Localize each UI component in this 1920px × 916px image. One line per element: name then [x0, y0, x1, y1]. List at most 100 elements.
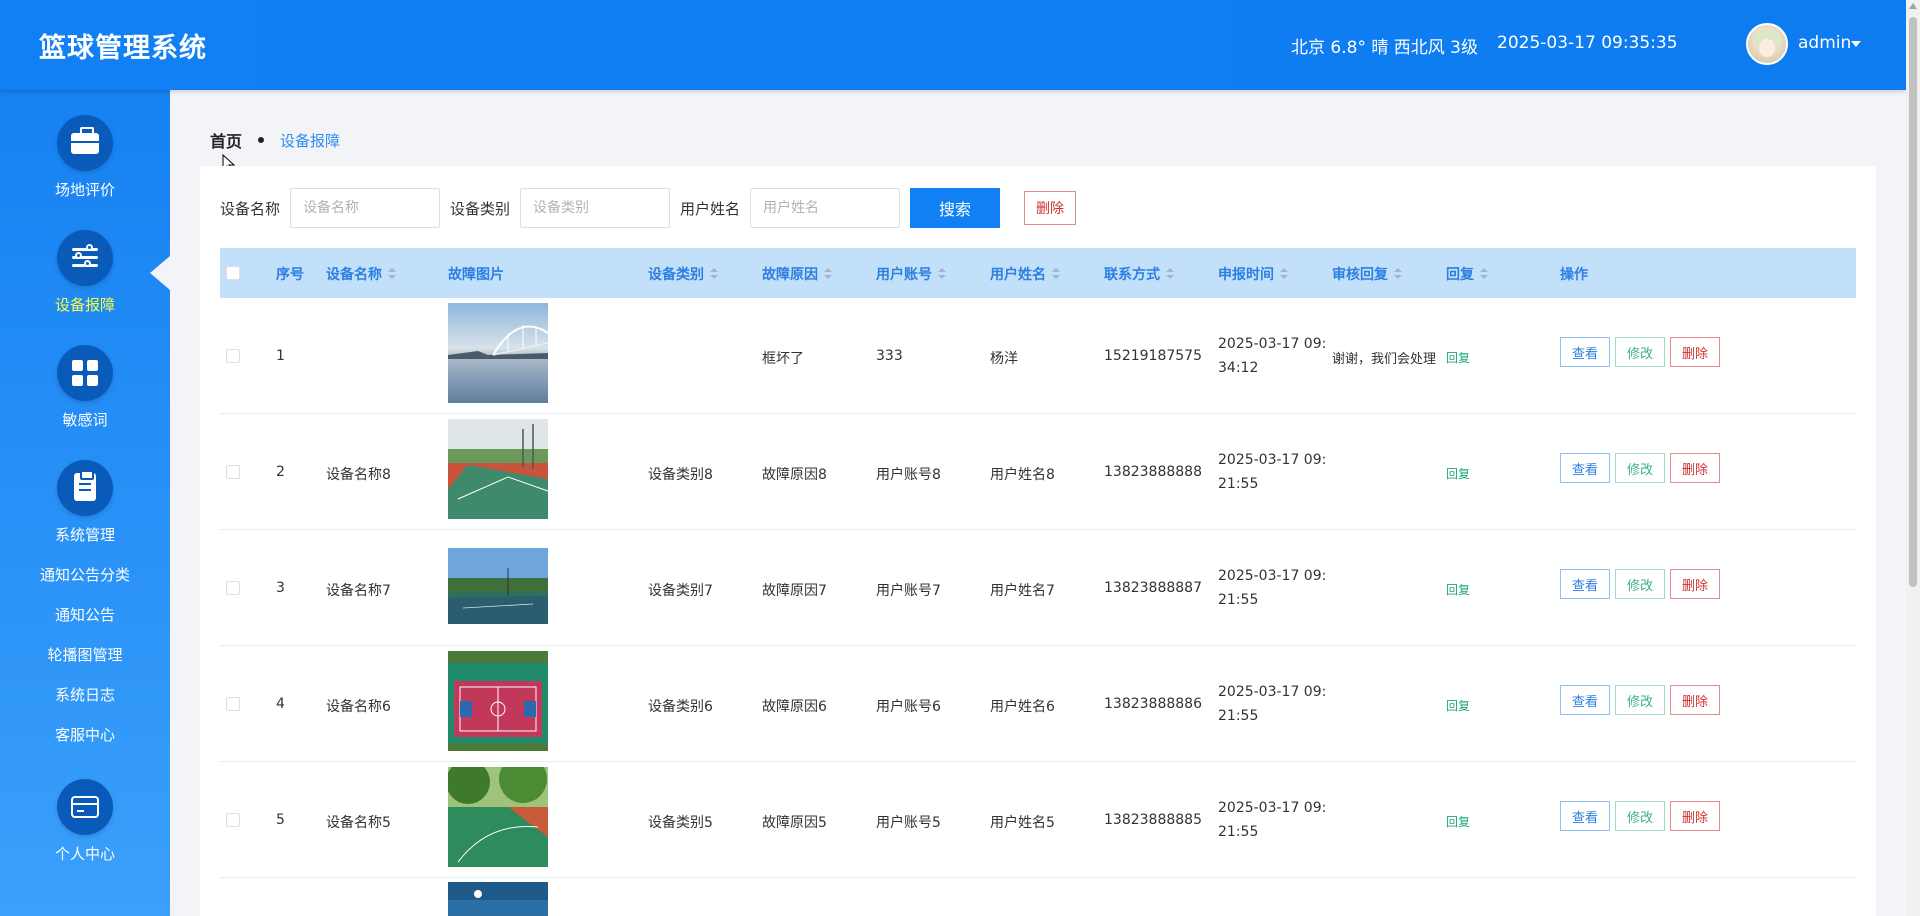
sidebar: 场地评价 设备报障 敏感词 系统管理 通知公告分类 通知公告 轮播图管理 系统日… — [0, 90, 170, 916]
col-reply[interactable]: 回复 — [1446, 264, 1488, 284]
fault-table: 序号 设备名称 故障图片 设备类别 故障原因 用户账号 用户姓名 联系方式 申报… — [220, 248, 1856, 916]
view-button[interactable]: 查看 — [1560, 569, 1610, 599]
scroll-up-arrow[interactable] — [1909, 3, 1917, 9]
col-fault-reason[interactable]: 故障原因 — [762, 264, 832, 284]
sidebar-item-label: 系统管理 — [54, 526, 115, 544]
cell-user-name: 杨洋 — [990, 351, 1018, 367]
delete-button[interactable]: 删除 — [1670, 337, 1720, 367]
delete-button[interactable]: 删除 — [1670, 569, 1720, 599]
cell-user-account: 333 — [876, 348, 903, 364]
delete-button[interactable]: 删除 — [1670, 453, 1720, 483]
sidebar-subitem-carousel[interactable]: 轮播图管理 — [0, 644, 170, 665]
view-button[interactable]: 查看 — [1560, 337, 1610, 367]
wallet-icon — [57, 779, 113, 835]
username-dropdown[interactable]: admin — [1798, 33, 1851, 53]
reply-link[interactable]: 回复 — [1446, 349, 1470, 366]
edit-button[interactable]: 修改 — [1615, 685, 1665, 715]
grid-icon — [57, 345, 113, 401]
sidebar-item-sensitive-words[interactable]: 敏感词 — [0, 345, 170, 430]
cell-device-name: 设备名称5 — [326, 815, 391, 831]
edit-button[interactable]: 修改 — [1615, 453, 1665, 483]
batch-delete-button[interactable]: 删除 — [1024, 191, 1077, 225]
row-checkbox[interactable] — [226, 813, 240, 827]
cell-fault-reason: 框坏了 — [762, 351, 804, 367]
sidebar-subitem-notice-category[interactable]: 通知公告分类 — [0, 564, 170, 585]
fault-image-thumbnail[interactable] — [448, 548, 548, 624]
cell-fault-reason: 故障原因6 — [762, 699, 827, 715]
device-name-label: 设备名称 — [220, 199, 281, 218]
cell-device-type: 设备类别7 — [648, 583, 713, 599]
fault-image-thumbnail[interactable] — [448, 651, 548, 751]
col-device-name[interactable]: 设备名称 — [326, 264, 396, 284]
sidebar-item-label: 敏感词 — [62, 411, 108, 429]
cell-contact: 15219187575 — [1104, 348, 1202, 364]
view-button[interactable]: 查看 — [1560, 685, 1610, 715]
clipboard-icon — [57, 460, 113, 516]
edit-button[interactable]: 修改 — [1615, 337, 1665, 367]
breadcrumb-separator — [258, 137, 265, 143]
cell-user-name: 用户姓名7 — [990, 583, 1055, 599]
sidebar-subitem-system-log[interactable]: 系统日志 — [0, 684, 170, 705]
sidebar-item-label: 个人中心 — [54, 845, 115, 863]
cell-user-account: 用户账号8 — [876, 467, 941, 483]
fault-image-thumbnail[interactable] — [448, 882, 548, 916]
row-checkbox[interactable] — [226, 349, 240, 363]
col-user-name[interactable]: 用户姓名 — [990, 264, 1060, 284]
chevron-down-icon[interactable] — [1851, 41, 1861, 47]
reply-link[interactable]: 回复 — [1446, 465, 1470, 482]
fault-image-thumbnail[interactable] — [448, 419, 548, 519]
sort-icon — [1280, 268, 1288, 280]
breadcrumb: 首页 设备报障 — [210, 128, 340, 152]
content-panel: 设备名称 设备类别 用户姓名 搜索 删除 序号 设备名称 故障图片 设备类别 故… — [200, 166, 1876, 916]
delete-button[interactable]: 删除 — [1670, 685, 1720, 715]
cell-user-account: 用户账号7 — [876, 583, 941, 599]
top-header: 篮球管理系统 北京 6.8° 晴 西北风 3级 2025-03-17 09:35… — [0, 0, 1906, 90]
vertical-scrollbar[interactable] — [1906, 0, 1920, 916]
delete-button[interactable]: 删除 — [1670, 801, 1720, 831]
reply-link[interactable]: 回复 — [1446, 697, 1470, 714]
fault-image-thumbnail[interactable] — [448, 303, 548, 403]
device-name-input[interactable] — [290, 188, 441, 228]
cell-index: 4 — [276, 696, 285, 712]
sidebar-item-personal-center[interactable]: 个人中心 — [0, 779, 170, 864]
cell-contact: 13823888886 — [1104, 696, 1202, 712]
breadcrumb-home[interactable]: 首页 — [210, 128, 242, 152]
edit-button[interactable]: 修改 — [1615, 801, 1665, 831]
view-button[interactable]: 查看 — [1560, 801, 1610, 831]
sidebar-item-label: 设备报障 — [54, 296, 115, 314]
scrollbar-thumb[interactable] — [1909, 17, 1917, 587]
table-header: 序号 设备名称 故障图片 设备类别 故障原因 用户账号 用户姓名 联系方式 申报… — [220, 248, 1856, 298]
select-all-checkbox[interactable] — [226, 266, 240, 280]
table-row: 1 框坏了 333 杨洋 15219187575 2025-03-17 09: … — [220, 298, 1856, 414]
col-contact[interactable]: 联系方式 — [1104, 264, 1174, 284]
fault-image-thumbnail[interactable] — [448, 767, 548, 867]
breadcrumb-current: 设备报障 — [280, 131, 341, 150]
row-checkbox[interactable] — [226, 697, 240, 711]
avatar[interactable] — [1746, 23, 1788, 65]
active-indicator — [150, 256, 170, 290]
sidebar-item-equipment-fault[interactable]: 设备报障 — [0, 230, 170, 315]
reply-link[interactable]: 回复 — [1446, 581, 1470, 598]
cell-index: 5 — [276, 812, 285, 828]
row-checkbox[interactable] — [226, 581, 240, 595]
device-type-input[interactable] — [520, 188, 671, 228]
search-button[interactable]: 搜索 — [910, 188, 1001, 228]
sidebar-item-venue-review[interactable]: 场地评价 — [0, 115, 170, 200]
table-row: 5 设备名称5 设备类别5 故障原因5 用户账号5 用户姓名5 13823888… — [220, 762, 1856, 878]
row-checkbox[interactable] — [226, 465, 240, 479]
edit-button[interactable]: 修改 — [1615, 569, 1665, 599]
col-report-time[interactable]: 申报时间 — [1218, 264, 1288, 284]
cell-device-type: 设备类别8 — [648, 467, 713, 483]
device-type-label: 设备类别 — [450, 199, 511, 218]
user-name-input[interactable] — [750, 188, 901, 228]
col-review-reply[interactable]: 审核回复 — [1332, 264, 1402, 284]
reply-link[interactable]: 回复 — [1446, 813, 1470, 830]
sidebar-item-system-management[interactable]: 系统管理 — [0, 460, 170, 545]
view-button[interactable]: 查看 — [1560, 453, 1610, 483]
cell-contact: 13823888885 — [1104, 812, 1202, 828]
sidebar-subitem-customer-service[interactable]: 客服中心 — [0, 724, 170, 745]
col-user-account[interactable]: 用户账号 — [876, 264, 946, 284]
sidebar-subitem-notice[interactable]: 通知公告 — [0, 604, 170, 625]
col-device-type[interactable]: 设备类别 — [648, 264, 718, 284]
cell-device-type: 设备类别5 — [648, 815, 713, 831]
